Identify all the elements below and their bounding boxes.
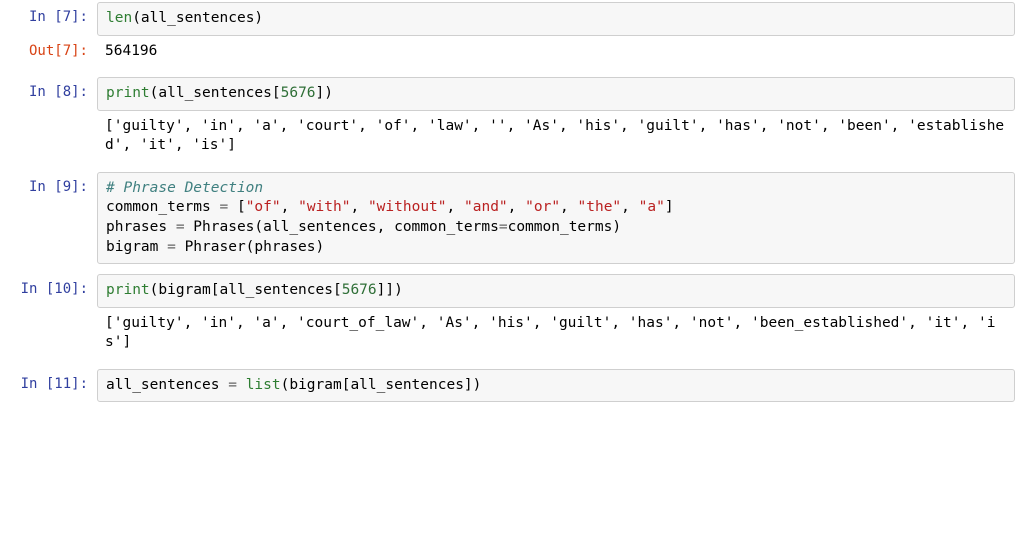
cell-11-input: In [11]: all_sentences = list(bigram[all… (0, 369, 1024, 403)
prompt-in-10: In [10]: (0, 274, 97, 308)
output-10: ['guilty', 'in', 'a', 'court_of_law', 'A… (97, 308, 1015, 359)
cell-8-input: In [8]: print(all_sentences[5676]) (0, 77, 1024, 111)
notebook: In [7]: len(all_sentences) Out[7]: 56419… (0, 2, 1024, 402)
cell-10-input: In [10]: print(bigram[all_sentences[5676… (0, 274, 1024, 308)
cell-7-output: Out[7]: 564196 (0, 36, 1024, 68)
output-8: ['guilty', 'in', 'a', 'court', 'of', 'la… (97, 111, 1015, 162)
cell-7-input: In [7]: len(all_sentences) (0, 2, 1024, 36)
cell-9-input: In [9]: # Phrase Detection common_terms … (0, 172, 1024, 264)
code-input-11[interactable]: all_sentences = list(bigram[all_sentence… (97, 369, 1015, 403)
code-input-9[interactable]: # Phrase Detection common_terms = ["of",… (97, 172, 1015, 264)
prompt-in-9: In [9]: (0, 172, 97, 264)
prompt-in-7: In [7]: (0, 2, 97, 36)
prompt-empty-10 (0, 308, 97, 359)
cell-8-output: ['guilty', 'in', 'a', 'court', 'of', 'la… (0, 111, 1024, 162)
prompt-in-11: In [11]: (0, 369, 97, 403)
prompt-out-7: Out[7]: (0, 36, 97, 68)
code-input-7[interactable]: len(all_sentences) (97, 2, 1015, 36)
output-7: 564196 (97, 36, 1015, 68)
code-input-8[interactable]: print(all_sentences[5676]) (97, 77, 1015, 111)
prompt-empty-8 (0, 111, 97, 162)
cell-10-output: ['guilty', 'in', 'a', 'court_of_law', 'A… (0, 308, 1024, 359)
prompt-in-8: In [8]: (0, 77, 97, 111)
code-input-10[interactable]: print(bigram[all_sentences[5676]]) (97, 274, 1015, 308)
